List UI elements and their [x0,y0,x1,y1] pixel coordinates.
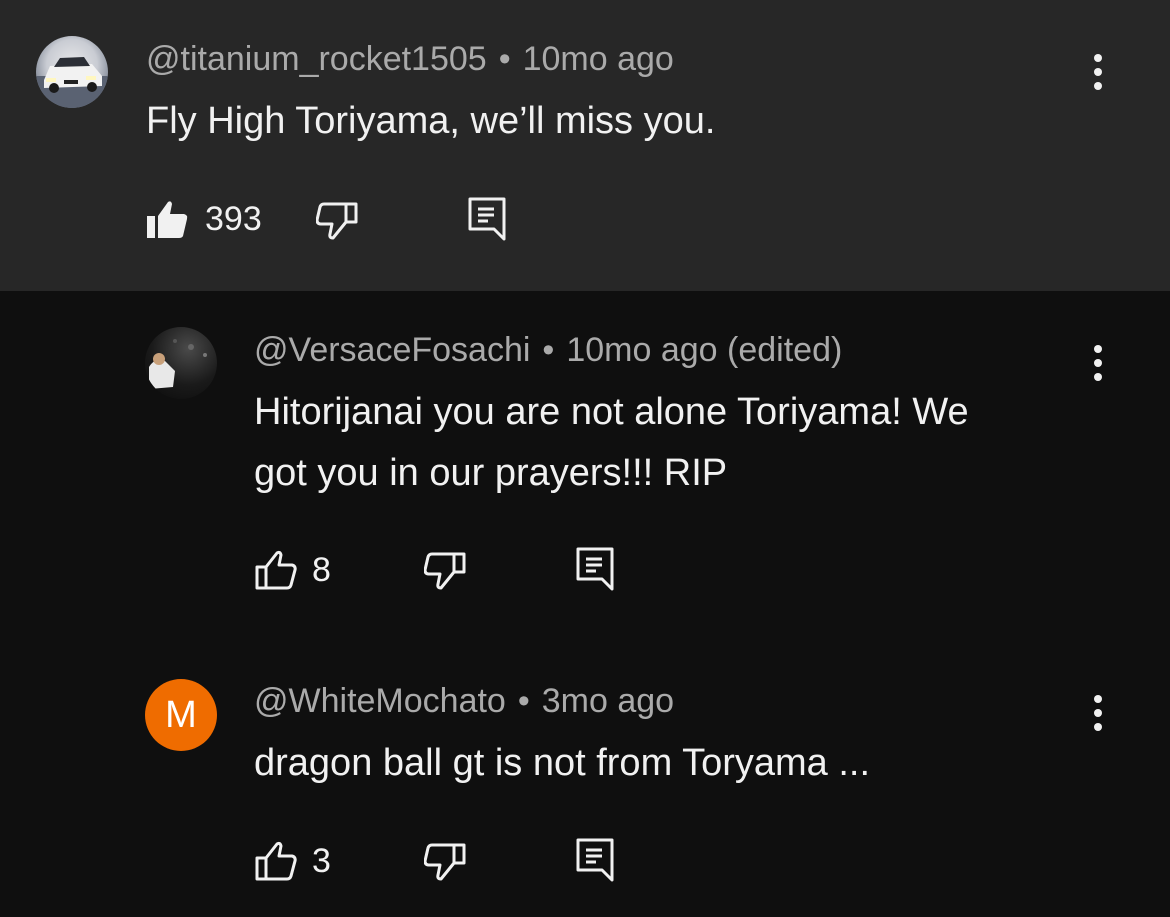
comment-text-line: got you in our prayers!!! RIP [254,452,728,494]
avatar-letter: M [165,693,197,736]
more-vert-icon [1094,345,1102,381]
avatar[interactable] [36,36,108,108]
highlighted-comment: @titanium_rocket1505 • 10mo ago Fly High T… [0,0,1170,291]
like-count: 8 [312,551,331,589]
comment-text: Hitorijanai you are not alone Toriyama! … [254,382,969,504]
dislike-button[interactable] [423,550,466,595]
reply-button[interactable] [468,197,506,246]
thumbs-up-icon [147,201,188,238]
avatar[interactable] [145,327,217,399]
like-button[interactable] [146,198,188,245]
reply-icon [576,838,614,882]
like-count: 3 [312,842,331,880]
edited-label: (edited) [727,331,843,369]
comment-meta: @VersaceFosachi • 10mo ago (edited) [254,331,842,370]
comment-text-line: dragon ball gt is not from Toryama ... [254,742,871,784]
comment-meta: @titanium_rocket1505 • 10mo ago [146,40,674,79]
like-count: 393 [205,200,262,238]
dislike-button[interactable] [315,200,358,245]
timestamp[interactable]: 10mo ago [566,331,717,369]
more-options-button[interactable] [1078,685,1118,741]
more-vert-icon [1094,54,1102,90]
dislike-button[interactable] [423,841,466,886]
thumbs-down-icon [315,202,358,240]
comment-text: Fly High Toriyama, we’ll miss you. [146,91,715,152]
reply-icon [576,547,614,591]
like-button[interactable] [255,841,297,886]
avatar[interactable]: M [145,679,217,751]
more-options-button[interactable] [1078,335,1118,391]
person-photo-avatar-icon [149,339,207,389]
reply-icon [468,197,506,241]
comment-text-line: Hitorijanai you are not alone Toriyama! … [254,391,969,433]
timestamp[interactable]: 3mo ago [542,682,674,720]
thumbs-down-icon [423,552,466,590]
author-name[interactable]: @VersaceFosachi [254,331,530,369]
meta-separator: • [498,40,511,78]
thumbs-down-icon [423,843,466,881]
comment-meta: @WhiteMochato • 3mo ago [254,682,674,721]
like-button[interactable] [255,550,297,595]
meta-separator: • [542,331,555,369]
author-name[interactable]: @titanium_rocket1505 [146,40,487,78]
reply-button[interactable] [576,547,614,596]
timestamp[interactable]: 10mo ago [523,40,674,78]
meta-separator: • [517,682,530,720]
more-options-button[interactable] [1078,44,1118,100]
reply-comment: @VersaceFosachi • 10mo ago (edited) Hitori… [0,291,1170,631]
reply-button[interactable] [576,838,614,887]
reply-comment: M @WhiteMochato • 3mo ago dragon ball gt i… [0,631,1170,917]
more-vert-icon [1094,695,1102,731]
comment-text: dragon ball gt is not from Toryama ... [254,733,870,794]
car-photo-avatar-icon [36,57,108,108]
thumbs-up-icon [255,550,297,590]
comment-text-line: Fly High Toriyama, we’ll miss you. [146,100,716,142]
thumbs-up-icon [255,841,297,881]
author-name[interactable]: @WhiteMochato [254,682,506,720]
